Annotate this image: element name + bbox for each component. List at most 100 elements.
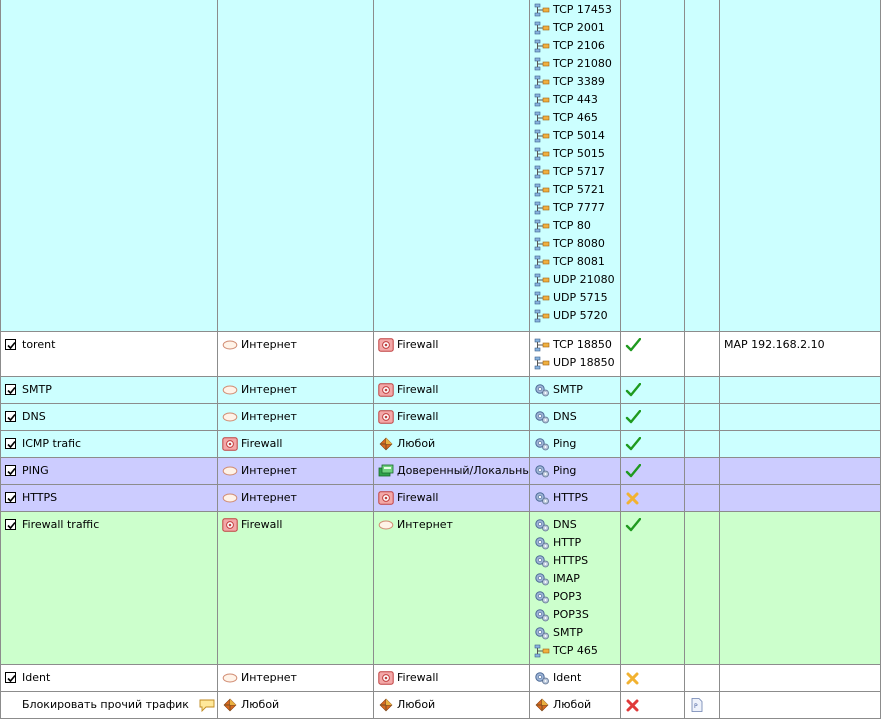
- rule-translation-cell[interactable]: [720, 431, 881, 457]
- rule-service-cell[interactable]: Ping: [530, 458, 621, 484]
- service-item[interactable]: HTTPS: [534, 554, 620, 572]
- rule-action-cell[interactable]: [621, 0, 685, 331]
- destination-item[interactable]: Доверенный/Локальный: [378, 464, 529, 482]
- action-allow[interactable]: [625, 410, 684, 428]
- rule-log-cell[interactable]: [685, 485, 720, 511]
- rule-name-cell[interactable]: Firewall traffic: [0, 512, 218, 664]
- action-drop[interactable]: [625, 671, 684, 689]
- rule-source-cell[interactable]: Интернет: [218, 404, 374, 430]
- service-item[interactable]: SMTP: [534, 383, 620, 401]
- destination-item[interactable]: Любой: [378, 437, 529, 455]
- action-drop[interactable]: [625, 491, 684, 509]
- service-item[interactable]: Любой: [534, 698, 620, 716]
- service-item[interactable]: UDP 5720: [534, 309, 620, 327]
- rule-name-cell[interactable]: DNS: [0, 404, 218, 430]
- rule-translation-cell[interactable]: [720, 0, 881, 331]
- rule-action-cell[interactable]: [621, 431, 685, 457]
- rule-source-cell[interactable]: Интернет: [218, 458, 374, 484]
- rule-source-cell[interactable]: Интернет: [218, 665, 374, 691]
- rule-source-cell[interactable]: Интернет: [218, 377, 374, 403]
- rule-translation-cell[interactable]: MAP 192.168.2.10: [720, 332, 881, 376]
- rule-log-cell[interactable]: [685, 377, 720, 403]
- service-item[interactable]: TCP 17453: [534, 3, 620, 21]
- rule-row-ping[interactable]: PING Интернет Доверенный/Локальный Ping: [0, 458, 881, 485]
- action-deny[interactable]: [625, 698, 684, 716]
- rule-translation-cell[interactable]: [720, 665, 881, 691]
- service-item[interactable]: HTTP: [534, 536, 620, 554]
- rule-action-cell[interactable]: [621, 692, 685, 718]
- rule-source-cell[interactable]: Интернет: [218, 485, 374, 511]
- rule-enabled-checkbox[interactable]: [5, 672, 16, 683]
- rule-name-cell[interactable]: Ident: [0, 665, 218, 691]
- rule-name-cell[interactable]: Блокировать прочий трафик: [0, 692, 218, 718]
- rule-name-cell[interactable]: HTTPS: [0, 485, 218, 511]
- source-item[interactable]: Интернет: [222, 383, 373, 401]
- rule-enabled-checkbox[interactable]: [5, 384, 16, 395]
- source-item[interactable]: Интернет: [222, 671, 373, 689]
- action-allow[interactable]: [625, 338, 684, 356]
- service-item[interactable]: HTTPS: [534, 491, 620, 509]
- service-item[interactable]: TCP 8081: [534, 255, 620, 273]
- service-item[interactable]: UDP 5715: [534, 291, 620, 309]
- service-item[interactable]: Ping: [534, 464, 620, 482]
- action-allow[interactable]: [625, 437, 684, 455]
- rule-source-cell[interactable]: Firewall: [218, 512, 374, 664]
- rule-translation-cell[interactable]: [720, 512, 881, 664]
- rule-service-cell[interactable]: DNS HTTP HTTPS IMAP POP3 POP3S SMTP TCP 465: [530, 512, 621, 664]
- rule-destination-cell[interactable]: Интернет: [374, 512, 530, 664]
- destination-item[interactable]: Firewall: [378, 383, 529, 401]
- rule-translation-cell[interactable]: [720, 485, 881, 511]
- service-item[interactable]: TCP 465: [534, 644, 620, 662]
- rule-name-cell[interactable]: ICMP trafic: [0, 431, 218, 457]
- rule-service-cell[interactable]: HTTPS: [530, 485, 621, 511]
- rule-log-cell[interactable]: [685, 404, 720, 430]
- rule-action-cell[interactable]: [621, 332, 685, 376]
- comment-icon[interactable]: [199, 698, 215, 712]
- rule-log-cell[interactable]: [685, 0, 720, 331]
- service-item[interactable]: TCP 465: [534, 111, 620, 129]
- rule-destination-cell[interactable]: Любой: [374, 692, 530, 718]
- service-item[interactable]: POP3: [534, 590, 620, 608]
- service-item[interactable]: TCP 2001: [534, 21, 620, 39]
- rule-destination-cell[interactable]: Firewall: [374, 377, 530, 403]
- source-item[interactable]: Firewall: [222, 518, 373, 536]
- rule-action-cell[interactable]: [621, 404, 685, 430]
- source-item[interactable]: Любой: [222, 698, 373, 716]
- rule-row-fwtraffic[interactable]: Firewall traffic Firewall Интернет DNS HTTP H…: [0, 512, 881, 665]
- service-item[interactable]: UDP 21080: [534, 273, 620, 291]
- service-item[interactable]: TCP 7777: [534, 201, 620, 219]
- service-item[interactable]: UDP 18850: [534, 356, 620, 374]
- rule-action-cell[interactable]: [621, 485, 685, 511]
- rule-enabled-checkbox[interactable]: [5, 339, 16, 350]
- service-item[interactable]: TCP 5014: [534, 129, 620, 147]
- rule-row-https[interactable]: HTTPS Интернет Firewall HTTPS: [0, 485, 881, 512]
- rule-log-cell[interactable]: [685, 665, 720, 691]
- service-item[interactable]: TCP 5721: [534, 183, 620, 201]
- rule-destination-cell[interactable]: [374, 0, 530, 331]
- rule-log-cell[interactable]: [685, 332, 720, 376]
- rule-row-top-continued[interactable]: TCP 17453 TCP 2001 TCP 2106 TCP 21080 TCP 33…: [0, 0, 881, 332]
- rule-source-cell[interactable]: Любой: [218, 692, 374, 718]
- rule-destination-cell[interactable]: Firewall: [374, 485, 530, 511]
- rule-row-dns[interactable]: DNS Интернет Firewall DNS: [0, 404, 881, 431]
- service-item[interactable]: Ident: [534, 671, 620, 689]
- rule-source-cell[interactable]: Интернет: [218, 332, 374, 376]
- rule-enabled-checkbox[interactable]: [5, 438, 16, 449]
- service-item[interactable]: IMAP: [534, 572, 620, 590]
- rule-service-cell[interactable]: TCP 17453 TCP 2001 TCP 2106 TCP 21080 TCP 33…: [530, 0, 621, 331]
- rule-row-block[interactable]: Блокировать прочий трафик Любой Любой Любой…: [0, 692, 881, 719]
- service-item[interactable]: TCP 443: [534, 93, 620, 111]
- destination-item[interactable]: Любой: [378, 698, 529, 716]
- action-allow[interactable]: [625, 518, 684, 536]
- rule-source-cell[interactable]: [218, 0, 374, 331]
- rule-destination-cell[interactable]: Firewall: [374, 665, 530, 691]
- service-item[interactable]: TCP 18850: [534, 338, 620, 356]
- rule-service-cell[interactable]: Ident: [530, 665, 621, 691]
- service-item[interactable]: DNS: [534, 410, 620, 428]
- rule-destination-cell[interactable]: Firewall: [374, 404, 530, 430]
- rule-service-cell[interactable]: SMTP: [530, 377, 621, 403]
- rule-service-cell[interactable]: DNS: [530, 404, 621, 430]
- source-item[interactable]: Интернет: [222, 338, 373, 356]
- rule-translation-cell[interactable]: [720, 692, 881, 718]
- rule-log-cell[interactable]: [685, 431, 720, 457]
